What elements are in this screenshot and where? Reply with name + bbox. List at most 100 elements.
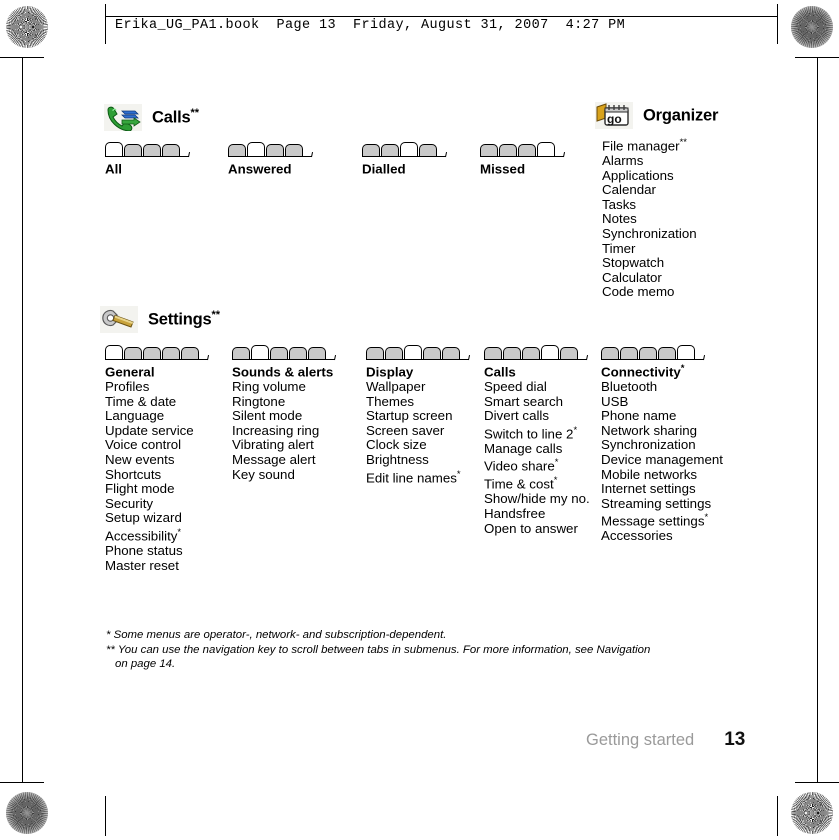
menu-column-calls[interactable]: Calls Speed dial Smart search Divert calls… (484, 344, 590, 536)
menu-item[interactable]: Startup screen (366, 409, 461, 424)
menu-item[interactable]: Ring volume (232, 379, 333, 395)
menu-item[interactable]: Message alert (232, 452, 333, 468)
menu-item[interactable]: Master reset (105, 558, 200, 574)
menu-item[interactable]: Vibrating alert (232, 438, 333, 453)
tab-column-title: Dialled (362, 161, 406, 177)
section-header-organizer: go Organizer (595, 102, 718, 129)
svg-text:go: go (607, 112, 622, 126)
menu-item[interactable]: File manager** (602, 136, 697, 154)
menu-item[interactable]: Language (105, 409, 200, 424)
tab-baseline-end-tick (468, 354, 471, 361)
settings-icon (100, 306, 138, 333)
menu-item[interactable]: Screen saver (366, 423, 461, 439)
menu-item[interactable]: Device management (601, 452, 723, 468)
menu-item[interactable]: Profiles (105, 379, 200, 395)
menu-item[interactable]: Key sound (232, 467, 333, 483)
menu-item[interactable]: Stopwatch (602, 256, 697, 271)
menu-item[interactable]: USB (601, 394, 723, 410)
menu-item[interactable]: Accessories (601, 529, 723, 544)
menu-item[interactable]: Message settings* (601, 511, 723, 529)
menu-column-sounds-alerts[interactable]: Sounds & alerts Ring volume Ringtone Silen… (232, 344, 337, 483)
menu-column-title: General (105, 364, 155, 380)
menu-item[interactable]: Smart search (484, 394, 590, 410)
menu-item[interactable]: Notes (602, 212, 697, 227)
menu-item[interactable]: Security (105, 496, 200, 512)
menu-item[interactable]: New events (105, 452, 200, 468)
menu-item[interactable]: Mobile networks (601, 467, 723, 483)
section-title-calls: Calls** (152, 107, 199, 127)
tab-strip[interactable] (105, 344, 210, 361)
menu-column-organizer: File manager** Alarms Applications Calendar… (602, 136, 697, 300)
tab-column-all[interactable]: All (105, 141, 191, 177)
footnote-single-asterisk: * Some menus are operator-, network- and… (106, 629, 447, 641)
footnote-double-asterisk: ** You can use the navigation key to scr… (106, 643, 651, 656)
menu-item[interactable]: Accessibility* (105, 526, 200, 544)
menu-column-connectivity[interactable]: Connectivity* Bluetooth USB Phone name Netw… (601, 344, 723, 544)
tab-strip[interactable] (366, 344, 471, 361)
menu-item[interactable]: Streaming settings (601, 496, 723, 512)
menu-item[interactable]: Voice control (105, 438, 200, 453)
section-header-settings: Settings** (100, 306, 220, 333)
menu-item[interactable]: Wallpaper (366, 379, 461, 395)
menu-item[interactable]: Alarms (602, 153, 697, 169)
menu-list-sounds-alerts: Ring volume Ringtone Silent mode Increasing… (232, 379, 333, 483)
menu-item[interactable]: Synchronization (602, 226, 697, 242)
menu-item[interactable]: Themes (366, 394, 461, 410)
menu-column-general[interactable]: General Profiles Time & date Language Updat… (105, 344, 210, 574)
menu-item[interactable]: Speed dial (484, 379, 590, 395)
menu-item[interactable]: Switch to line 2* (484, 424, 590, 442)
menu-item[interactable]: Network sharing (601, 423, 723, 439)
menu-column-title: Sounds & alerts (232, 364, 334, 380)
menu-item[interactable]: Time & cost* (484, 474, 590, 492)
menu-item[interactable]: Ringtone (232, 394, 333, 410)
tab-strip[interactable] (362, 141, 448, 158)
menu-item[interactable]: Setup wizard (105, 511, 200, 526)
tab-baseline (601, 358, 704, 360)
tab-column-title: Answered (228, 161, 292, 177)
tab-baseline-end-tick (188, 151, 191, 158)
menu-item[interactable]: Bluetooth (601, 379, 723, 395)
menu-item[interactable]: Time & date (105, 394, 200, 410)
menu-column-display[interactable]: Display Wallpaper Themes Startup screen Scr… (366, 344, 471, 486)
menu-column-title: Connectivity* (601, 363, 685, 380)
tab-strip[interactable] (232, 344, 337, 361)
menu-item[interactable]: Video share* (484, 456, 590, 474)
menu-item[interactable]: Phone name (601, 409, 723, 424)
menu-item[interactable]: Silent mode (232, 409, 333, 424)
menu-item[interactable]: Phone status (105, 543, 200, 559)
tab-strip[interactable] (228, 141, 314, 158)
tab-strip[interactable] (105, 141, 191, 158)
menu-item[interactable]: Divert calls (484, 409, 590, 424)
menu-item[interactable]: Flight mode (105, 482, 200, 497)
menu-item[interactable]: Update service (105, 423, 200, 439)
page-footer: Getting started 13 (586, 729, 745, 751)
tab-column-answered[interactable]: Answered (228, 141, 314, 177)
menu-item[interactable]: Timer (602, 241, 697, 257)
menu-item[interactable]: Show/hide my no. (484, 492, 590, 507)
tab-strip[interactable] (484, 344, 590, 361)
tab-column-dialled[interactable]: Dialled (362, 141, 448, 177)
menu-item[interactable]: Clock size (366, 438, 461, 453)
menu-item[interactable]: Applications (602, 168, 697, 184)
menu-item[interactable]: Tasks (602, 197, 697, 213)
menu-item[interactable]: Calculator (602, 270, 697, 286)
menu-item[interactable]: Open to answer (484, 521, 590, 537)
menu-item[interactable]: Code memo (602, 285, 697, 300)
tab-strip[interactable] (480, 141, 566, 158)
tab-baseline-end-tick (586, 354, 589, 361)
menu-item[interactable]: Synchronization (601, 438, 723, 453)
menu-item[interactable]: Calendar (602, 183, 697, 198)
menu-item[interactable]: Increasing ring (232, 423, 333, 439)
menu-item[interactable]: Manage calls (484, 441, 590, 457)
tab-column-missed[interactable]: Missed (480, 141, 566, 177)
menu-item[interactable]: Shortcuts (105, 467, 200, 483)
menu-item[interactable]: Handsfree (484, 506, 590, 522)
menu-list-organizer: File manager** Alarms Applications Calendar… (602, 136, 697, 300)
tab-strip[interactable] (601, 344, 723, 361)
menu-list-connectivity: Bluetooth USB Phone name Network sharing Syn… (601, 379, 723, 544)
menu-list-general: Profiles Time & date Language Update servic… (105, 379, 200, 574)
menu-item[interactable]: Internet settings (601, 482, 723, 497)
tab-baseline (366, 358, 469, 360)
menu-item[interactable]: Brightness (366, 452, 461, 468)
menu-item[interactable]: Edit line names* (366, 468, 461, 486)
